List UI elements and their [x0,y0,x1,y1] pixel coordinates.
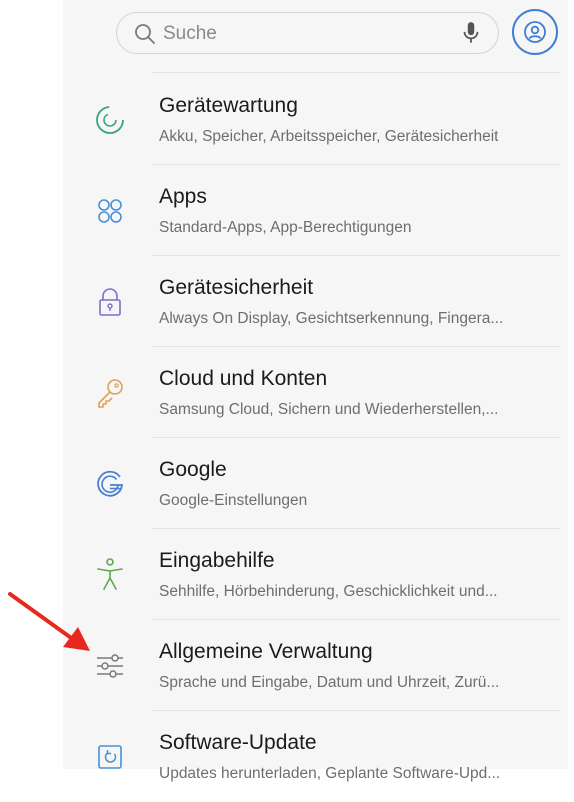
settings-item-title: Allgemeine Verwaltung [159,640,373,663]
settings-item-title: Software-Update [159,731,317,754]
settings-item-title: Gerätewartung [159,94,298,117]
google-icon [97,470,124,497]
settings-item-subtitle: Google-Einstellungen [159,492,308,509]
mic-icon[interactable] [458,20,484,46]
accessibility-icon [97,558,123,590]
settings-item-software-update[interactable]: Software-Update Updates herunterladen, G… [63,711,568,802]
settings-item-subtitle: Updates herunterladen, Geplante Software… [159,765,501,782]
settings-item-google[interactable]: Google Google-Einstellungen [63,438,568,529]
settings-item-title: Google [159,458,227,481]
key-icon [98,379,123,408]
settings-item-apps[interactable]: Apps Standard-Apps, App-Berechtigungen [63,165,568,256]
search-placeholder: Suche [163,23,217,44]
settings-item-device-security[interactable]: Gerätesicherheit Always On Display, Gesi… [63,256,568,347]
settings-item-title: Eingabehilfe [159,549,275,572]
sliders-icon [97,654,123,678]
profile-button[interactable] [512,9,558,55]
settings-item-cloud-accounts[interactable]: Cloud und Konten Samsung Cloud, Sichern … [63,347,568,438]
settings-item-title: Gerätesicherheit [159,276,314,299]
software-update-icon [98,745,122,769]
settings-item-subtitle: Sehhilfe, Hörbehinderung, Geschicklichke… [159,583,498,600]
settings-item-title: Apps [159,185,207,208]
search-icon [135,24,155,44]
divider [152,72,560,73]
settings-item-subtitle: Sprache und Eingabe, Datum und Uhrzeit, … [159,674,500,691]
apps-icon [98,199,122,223]
settings-item-subtitle: Akku, Speicher, Arbeitsspeicher, Gerätes… [159,128,499,145]
search-input[interactable]: Suche [116,12,499,54]
profile-icon [524,21,546,43]
device-care-icon [96,106,124,134]
settings-item-subtitle: Standard-Apps, App-Berechtigungen [159,219,412,236]
settings-item-device-care[interactable]: Gerätewartung Akku, Speicher, Arbeitsspe… [63,74,568,165]
settings-item-subtitle: Samsung Cloud, Sichern und Wiederherstel… [159,401,499,418]
settings-item-accessibility[interactable]: Eingabehilfe Sehhilfe, Hörbehinderung, G… [63,529,568,620]
settings-item-subtitle: Always On Display, Gesichtserkennung, Fi… [159,310,504,327]
red-arrow-icon [8,592,90,651]
settings-item-general-management[interactable]: Allgemeine Verwaltung Sprache und Eingab… [63,620,568,711]
lock-icon [99,288,121,316]
settings-item-title: Cloud und Konten [159,367,328,390]
